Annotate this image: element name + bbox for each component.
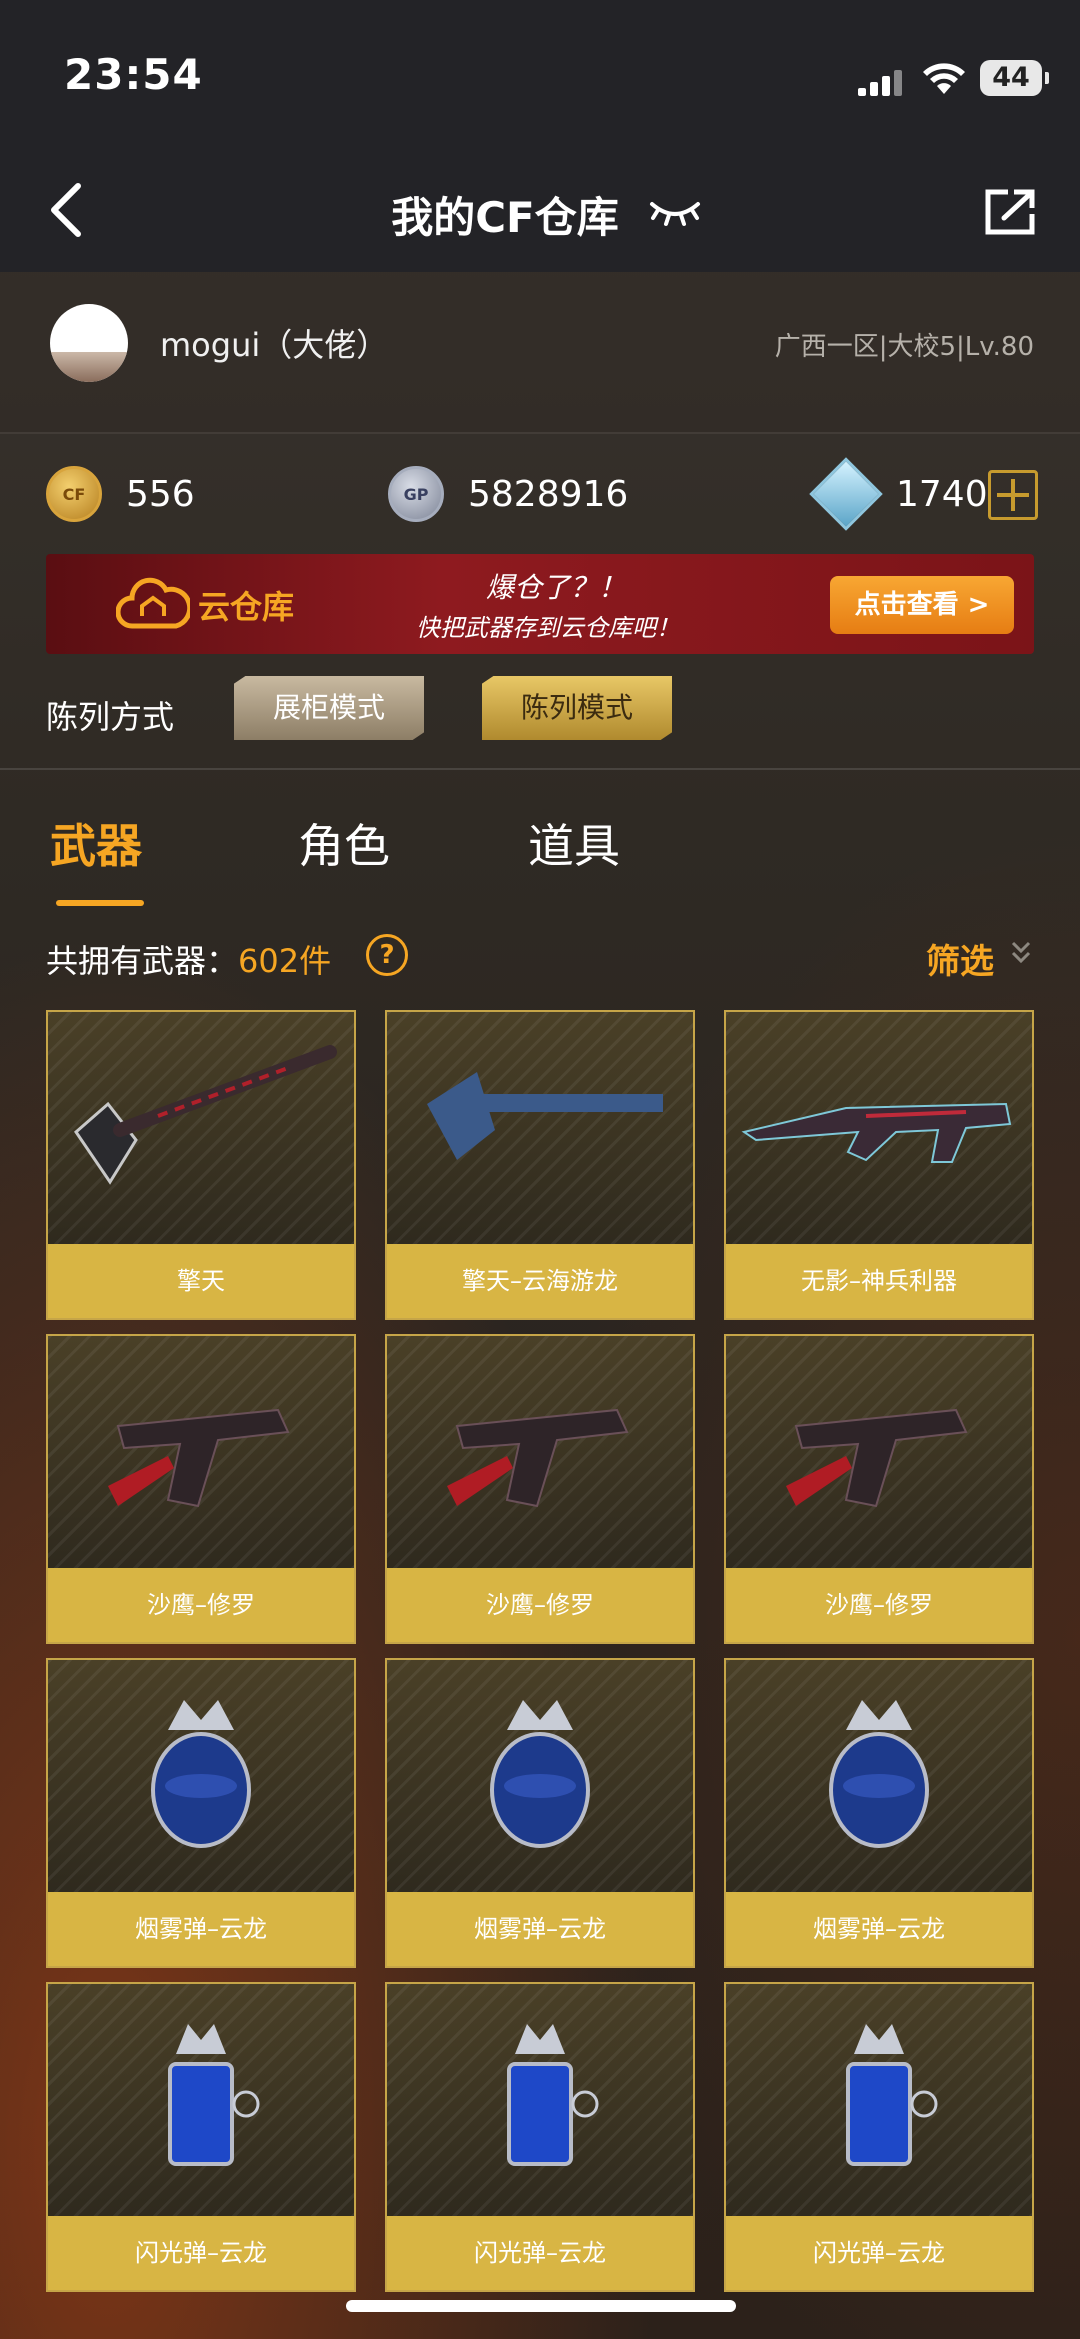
diamond-icon — [809, 457, 883, 531]
display-mode-label: 陈列方式 — [46, 698, 175, 736]
view-cloud-button[interactable]: 点击查看 > — [830, 576, 1014, 634]
weapon-card[interactable]: 烟雾弹–云龙 — [385, 1658, 695, 1968]
tab-weapons[interactable]: 武器 — [50, 810, 142, 876]
server-info: 广西一区|大校5|Lv.80 — [774, 332, 1034, 362]
weapon-count-label: 共拥有武器： — [46, 942, 239, 980]
weapon-name: 闪光弹–云龙 — [48, 2216, 354, 2290]
cloud-warehouse-banner[interactable]: 云仓库 爆仓了？！ 快把武器存到云仓库吧！ 点击查看 > — [46, 554, 1034, 654]
cf-points-value: 556 — [126, 473, 195, 515]
weapon-card[interactable]: 沙鹰–修罗 — [385, 1334, 695, 1644]
axe-weapon-icon — [427, 1072, 663, 1160]
display-mode-row: 陈列方式 展柜模式 陈列模式 — [46, 676, 1034, 748]
diamond-balance: 1740 — [809, 457, 988, 531]
cellular-signal-icon — [858, 68, 904, 96]
smoke-grenade-icon — [490, 1700, 590, 1848]
weapon-name: 擎天 — [48, 1244, 354, 1318]
weapon-card[interactable]: 烟雾弹–云龙 — [46, 1658, 356, 1968]
weapon-name: 烟雾弹–云龙 — [48, 1892, 354, 1966]
status-bar: 23:54 44 — [0, 0, 1080, 150]
pistol-weapon-icon — [108, 1408, 290, 1508]
weapon-card[interactable]: 沙鹰–修罗 — [46, 1334, 356, 1644]
add-currency-button[interactable] — [988, 470, 1038, 520]
double-chevron-down-icon[interactable] — [1008, 938, 1034, 968]
gp-value: 5828916 — [468, 473, 629, 515]
weapon-card[interactable]: 沙鹰–修罗 — [724, 1334, 1034, 1644]
flash-grenade-icon — [846, 2024, 938, 2166]
flash-grenade-icon — [168, 2024, 260, 2166]
weapon-name: 沙鹰–修罗 — [48, 1568, 354, 1642]
weapon-name: 烟雾弹–云龙 — [726, 1892, 1032, 1966]
weapon-name: 沙鹰–修罗 — [387, 1568, 693, 1642]
banner-slogan-2: 快把武器存到云仓库吧！ — [416, 614, 680, 642]
smoke-grenade-icon — [151, 1700, 251, 1848]
status-time: 23:54 — [64, 50, 203, 99]
section-divider — [0, 768, 1080, 770]
tab-characters[interactable]: 角色 — [298, 810, 390, 876]
weapon-card[interactable]: 烟雾弹–云龙 — [724, 1658, 1034, 1968]
banner-title: 云仓库 — [198, 588, 295, 626]
diamond-value: 1740 — [896, 473, 988, 515]
weapon-name: 擎天–云海游龙 — [387, 1244, 693, 1318]
rifle-weapon-icon — [741, 1102, 1012, 1163]
active-tab-indicator — [56, 900, 144, 906]
eye-closed-icon[interactable] — [648, 190, 702, 230]
weapon-name: 闪光弹–云龙 — [387, 2216, 693, 2290]
cabinet-mode-button[interactable]: 展柜模式 — [234, 676, 424, 740]
weapon-card[interactable]: 闪光弹–云龙 — [724, 1982, 1034, 2292]
banner-slogan-1: 爆仓了？！ — [486, 571, 627, 604]
username: mogui（大佬） — [160, 326, 389, 364]
weapon-count-value: 602件 — [238, 942, 332, 980]
weapon-card[interactable]: 擎天 — [46, 1010, 356, 1320]
weapon-name: 闪光弹–云龙 — [726, 2216, 1032, 2290]
weapon-count: 共拥有武器：602件 — [46, 936, 331, 982]
shovel-weapon-icon — [74, 1045, 337, 1185]
profile-header: mogui（大佬） 广西一区|大校5|Lv.80 — [0, 272, 1080, 434]
weapon-name: 无影–神兵利器 — [726, 1244, 1032, 1318]
pistol-weapon-icon — [786, 1408, 968, 1508]
battery-icon: 44 — [980, 60, 1049, 96]
smoke-grenade-icon — [829, 1700, 929, 1848]
home-indicator[interactable] — [346, 2300, 736, 2312]
weapon-card[interactable]: 闪光弹–云龙 — [46, 1982, 356, 2292]
share-icon[interactable] — [982, 186, 1038, 238]
flash-grenade-icon — [507, 2024, 599, 2166]
gp-balance: GP 5828916 — [388, 462, 628, 526]
wifi-icon — [923, 63, 965, 94]
help-icon[interactable]: ? — [366, 934, 408, 976]
cf-points-balance: CF 556 — [46, 462, 195, 526]
weapon-card[interactable]: 闪光弹–云龙 — [385, 1982, 695, 2292]
tab-items[interactable]: 道具 — [528, 810, 620, 876]
cloud-home-icon — [116, 577, 190, 629]
page-title-text: 我的CF仓库 — [391, 193, 619, 242]
weapon-name: 烟雾弹–云龙 — [387, 1892, 693, 1966]
inventory-count-row: 共拥有武器：602件 ? 筛选 — [46, 928, 1034, 984]
display-mode-button[interactable]: 陈列模式 — [482, 676, 672, 740]
filter-button[interactable]: 筛选 — [926, 934, 994, 983]
weapon-card[interactable]: 无影–神兵利器 — [724, 1010, 1034, 1320]
nav-bar: 我的CF仓库 — [0, 150, 1080, 272]
category-tabs: 武器 角色 道具 — [0, 800, 1080, 910]
cf-coin-icon: CF — [46, 466, 102, 522]
weapon-name: 沙鹰–修罗 — [726, 1568, 1032, 1642]
pistol-weapon-icon — [447, 1408, 629, 1508]
gp-coin-icon: GP — [388, 466, 444, 522]
avatar[interactable] — [50, 304, 128, 382]
weapon-card[interactable]: 擎天–云海游龙 — [385, 1010, 695, 1320]
page-title: 我的CF仓库 — [0, 184, 1080, 245]
